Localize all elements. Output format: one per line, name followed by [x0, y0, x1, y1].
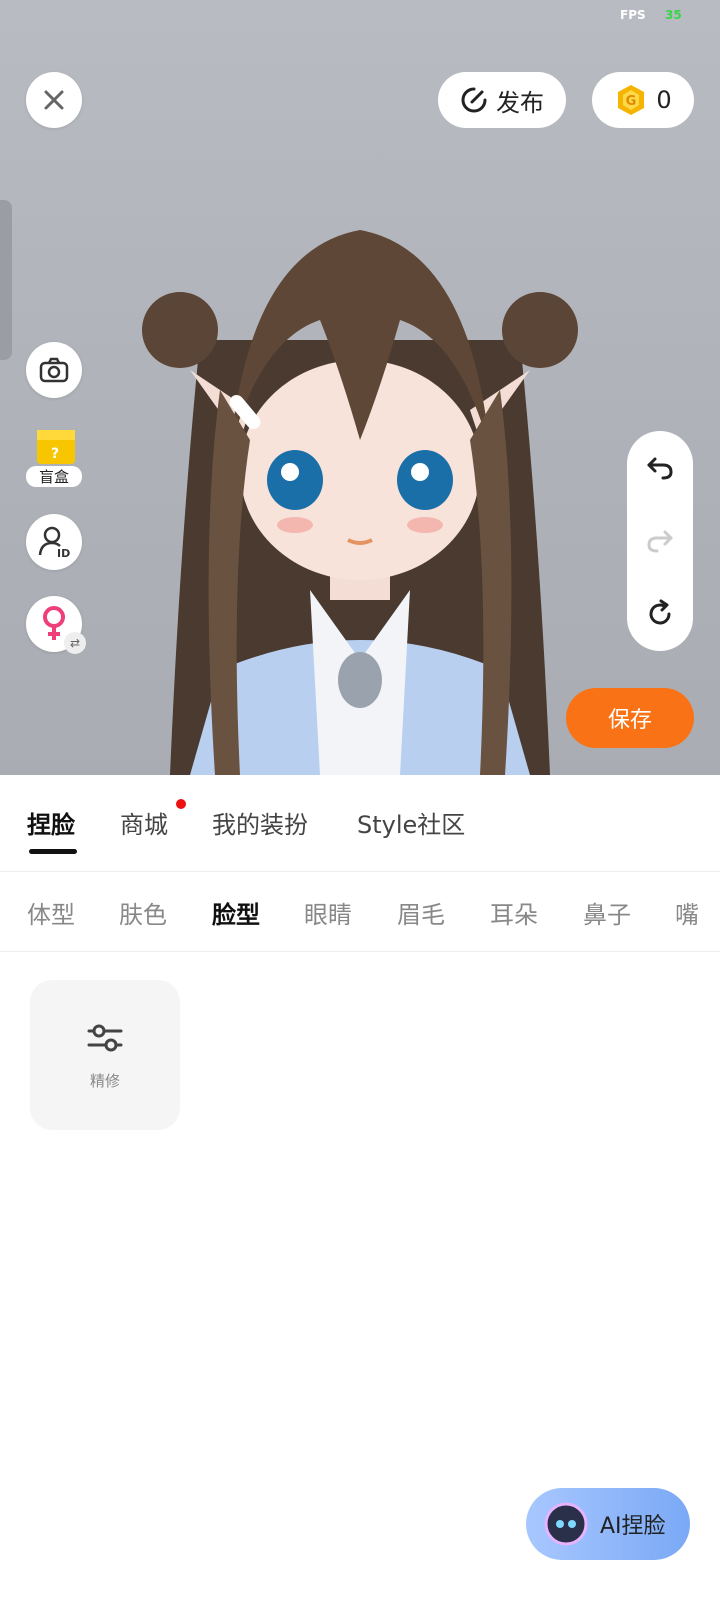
- category-eyes[interactable]: 眼睛: [304, 895, 352, 930]
- category-eyebrows[interactable]: 眉毛: [397, 895, 445, 930]
- blind-box-button[interactable]: ? 盲盒: [26, 422, 82, 494]
- category-body[interactable]: 体型: [27, 895, 75, 930]
- close-icon: [44, 90, 64, 110]
- publish-label: 发布: [496, 88, 544, 117]
- svg-text:G: G: [626, 94, 637, 109]
- coin-balance[interactable]: G 0: [592, 72, 694, 128]
- category-bar: 体型 肤色 脸型 眼睛 眉毛 耳朵 鼻子 嘴: [0, 871, 720, 952]
- reset-icon[interactable]: [645, 599, 675, 629]
- save-button[interactable]: 保存: [566, 688, 694, 748]
- category-face-shape[interactable]: 脸型: [212, 895, 260, 930]
- avatar-id-button[interactable]: ID: [26, 514, 82, 570]
- avatar-viewport[interactable]: FPS 35 发布 G 0 ? 盲盒 ID ⇄ 保存: [0, 0, 720, 775]
- tab-style-community[interactable]: Style社区: [357, 805, 465, 840]
- fine-tune-option[interactable]: 精修: [30, 980, 180, 1130]
- blind-box-label: 盲盒: [26, 466, 82, 487]
- category-ears[interactable]: 耳朵: [490, 895, 538, 930]
- publish-icon: [461, 87, 487, 113]
- ai-face-label: AI捏脸: [600, 1514, 666, 1539]
- coin-count: 0: [656, 86, 672, 114]
- category-nose[interactable]: 鼻子: [583, 895, 631, 930]
- coin-icon: G: [618, 85, 645, 115]
- swap-icon: ⇄: [64, 632, 86, 654]
- blind-box-icon: ?: [37, 430, 75, 464]
- tab-my-outfits[interactable]: 我的装扮: [212, 805, 308, 840]
- ai-face-button[interactable]: AI捏脸: [526, 1488, 690, 1560]
- ai-robot-icon: [544, 1502, 588, 1546]
- camera-button[interactable]: [26, 342, 82, 398]
- svg-text:ID: ID: [57, 547, 70, 559]
- category-mouth[interactable]: 嘴: [675, 895, 699, 930]
- history-controls: [627, 431, 693, 651]
- gender-switch-button[interactable]: ⇄: [26, 596, 86, 654]
- main-tabs: 捏脸 商城 我的装扮 Style社区: [0, 775, 720, 872]
- redo-icon[interactable]: [645, 526, 675, 556]
- fine-tune-label: 精修: [89, 1071, 120, 1090]
- side-drawer-handle[interactable]: [0, 200, 12, 360]
- user-id-icon: ID: [38, 526, 70, 559]
- tab-face-edit[interactable]: 捏脸: [27, 805, 75, 840]
- fps-value: 35: [665, 8, 682, 22]
- publish-button[interactable]: 发布: [438, 72, 566, 128]
- fps-label: FPS: [620, 8, 646, 22]
- undo-icon[interactable]: [645, 453, 675, 483]
- camera-icon: [39, 357, 69, 383]
- active-tab-indicator: [29, 849, 77, 854]
- shop-notification-dot: [176, 799, 186, 809]
- category-skin[interactable]: 肤色: [119, 895, 167, 930]
- svg-text:?: ?: [51, 446, 59, 462]
- tab-shop[interactable]: 商城: [120, 805, 168, 840]
- avatar-character-image: [142, 230, 578, 775]
- close-button[interactable]: [26, 72, 82, 128]
- sliders-icon: [87, 1024, 123, 1051]
